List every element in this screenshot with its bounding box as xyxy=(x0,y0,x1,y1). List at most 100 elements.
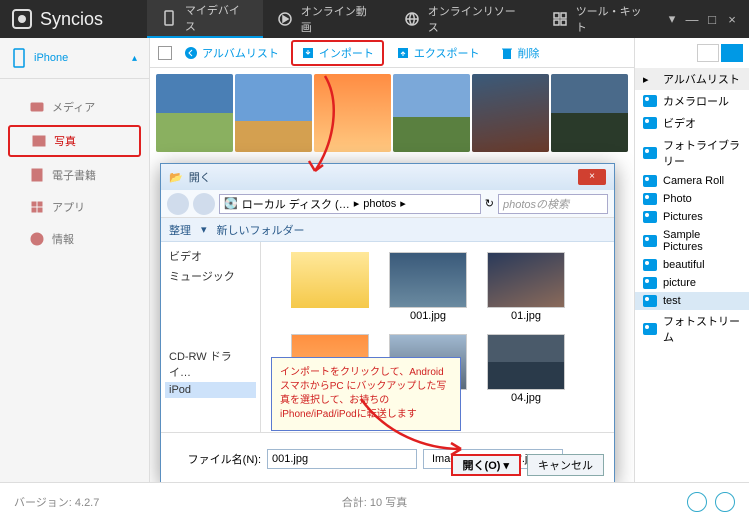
file-item[interactable]: 001.jpg xyxy=(389,252,467,322)
photo-thumb[interactable] xyxy=(472,74,549,152)
image-icon xyxy=(487,252,565,308)
image-icon xyxy=(389,252,467,308)
export-icon xyxy=(396,46,410,60)
sidebar-item-ebook[interactable]: 電子書籍 xyxy=(8,161,141,189)
filename-input[interactable] xyxy=(267,449,417,469)
organize-menu[interactable]: 整理 xyxy=(169,222,191,238)
nav-fwd-button[interactable] xyxy=(193,193,215,215)
open-file-button[interactable]: 開く(O) ▾ xyxy=(451,454,521,476)
file-item[interactable]: 04.jpg xyxy=(487,334,565,404)
album-item[interactable]: Camera Roll xyxy=(635,172,749,190)
twitter-icon[interactable] xyxy=(715,492,735,512)
annotation-note: インポートをクリックして、Android スマホからPC にバックアップした写真… xyxy=(271,357,461,431)
sidebar: iPhone ▴ メディア 写真 電子書籍 アプリ 情報 xyxy=(0,38,150,482)
album-item[interactable]: フォトライブラリー xyxy=(635,134,749,172)
album-icon xyxy=(643,211,657,223)
album-icon xyxy=(643,323,657,335)
disk-icon: 💽 xyxy=(224,197,238,210)
folder-icon xyxy=(291,252,369,308)
device-selector[interactable]: iPhone ▴ xyxy=(0,38,149,79)
album-icon xyxy=(643,117,657,129)
album-item[interactable]: ビデオ xyxy=(635,112,749,134)
brand-name: Syncios xyxy=(40,9,103,30)
play-icon xyxy=(277,11,293,27)
album-item[interactable]: test xyxy=(635,292,749,310)
sidebar-item-info[interactable]: 情報 xyxy=(8,225,141,253)
dialog-title-bar: 📂 開く × xyxy=(161,164,614,190)
title-bar: Syncios マイデバイス オンライン動画 オンラインリソース ツール・キット… xyxy=(0,0,749,38)
album-item[interactable]: Pictures xyxy=(635,208,749,226)
filename-label: ファイル名(N): xyxy=(171,451,261,467)
album-item[interactable]: beautiful xyxy=(635,256,749,274)
album-item[interactable]: カメラロール xyxy=(635,90,749,112)
media-icon xyxy=(30,100,44,114)
import-button[interactable]: インポート xyxy=(291,40,384,66)
album-icon xyxy=(643,235,657,247)
select-all-checkbox[interactable] xyxy=(158,46,172,60)
file-item[interactable]: 01.jpg xyxy=(487,252,565,322)
nav-back-button[interactable] xyxy=(167,193,189,215)
dialog-search-input[interactable]: photosの検索 xyxy=(498,194,608,214)
dialog-side-item[interactable]: ミュージック xyxy=(165,266,256,286)
list-view-button[interactable] xyxy=(697,44,719,62)
album-item[interactable]: Sample Pictures xyxy=(635,226,749,256)
new-folder-button[interactable]: 新しいフォルダー xyxy=(217,222,305,238)
photo-thumb[interactable] xyxy=(551,74,628,152)
open-dialog: 📂 開く × 💽 ローカル ディスク (…▸ photos▸ ↻ photosの… xyxy=(160,163,615,482)
album-icon xyxy=(643,175,657,187)
grid-icon xyxy=(552,11,568,27)
dialog-side-item[interactable]: ビデオ xyxy=(165,246,256,266)
file-item[interactable] xyxy=(291,252,369,322)
photo-thumb[interactable] xyxy=(393,74,470,152)
import-icon xyxy=(301,46,315,60)
facebook-icon[interactable] xyxy=(687,492,707,512)
album-item[interactable]: フォトストリーム xyxy=(635,310,749,348)
dialog-side-item[interactable]: iPod xyxy=(165,382,256,398)
grid-view-button[interactable] xyxy=(721,44,743,62)
back-icon xyxy=(184,46,198,60)
image-icon xyxy=(487,334,565,390)
status-bar: バージョン: 4.2.7 合計: 10 写真 xyxy=(0,482,749,520)
delete-icon xyxy=(500,46,514,60)
sidebar-item-media[interactable]: メディア xyxy=(8,93,141,121)
album-icon xyxy=(643,259,657,271)
maximize-button[interactable]: □ xyxy=(705,12,719,26)
logo-icon xyxy=(12,9,32,29)
album-item[interactable]: Photo xyxy=(635,190,749,208)
album-icon xyxy=(643,95,657,107)
sidebar-item-app[interactable]: アプリ xyxy=(8,193,141,221)
tab-toolkit[interactable]: ツール・キット xyxy=(538,0,665,38)
tab-online-video[interactable]: オンライン動画 xyxy=(263,0,390,38)
photo-icon xyxy=(32,134,46,148)
photo-thumb[interactable] xyxy=(314,74,391,152)
album-header: ▸アルバムリスト xyxy=(635,68,749,90)
album-icon xyxy=(643,193,657,205)
album-icon xyxy=(643,147,657,159)
globe-icon xyxy=(404,11,420,27)
count-label: 合計: 10 写真 xyxy=(342,494,407,510)
close-button[interactable]: × xyxy=(725,12,739,26)
tab-my-device[interactable]: マイデバイス xyxy=(147,0,263,38)
delete-button[interactable]: 削除 xyxy=(492,42,548,64)
phone-icon xyxy=(12,48,26,68)
export-button[interactable]: エクスポート xyxy=(388,42,488,64)
folder-icon: 📂 xyxy=(169,171,183,184)
refresh-icon[interactable]: ↻ xyxy=(485,197,494,210)
path-box[interactable]: 💽 ローカル ディスク (…▸ photos▸ xyxy=(219,194,481,214)
menu-icon[interactable]: ▾ xyxy=(665,12,679,26)
logo: Syncios xyxy=(0,9,147,30)
album-icon xyxy=(643,277,657,289)
chevron-up-icon: ▴ xyxy=(132,53,137,64)
tab-online-resource[interactable]: オンラインリソース xyxy=(390,0,538,38)
album-list-button[interactable]: アルバムリスト xyxy=(176,42,287,64)
sidebar-item-photo[interactable]: 写真 xyxy=(8,125,141,157)
album-panel: ▸アルバムリスト カメラロール ビデオ フォトライブラリー Camera Rol… xyxy=(634,38,749,482)
album-item[interactable]: picture xyxy=(635,274,749,292)
info-icon xyxy=(30,232,44,246)
dialog-side-item[interactable]: CD-RW ドライ… xyxy=(165,346,256,382)
dialog-close-button[interactable]: × xyxy=(578,169,606,185)
photo-thumb[interactable] xyxy=(156,74,233,152)
minimize-button[interactable]: — xyxy=(685,12,699,26)
cancel-button[interactable]: キャンセル xyxy=(527,454,604,476)
photo-thumb[interactable] xyxy=(235,74,312,152)
